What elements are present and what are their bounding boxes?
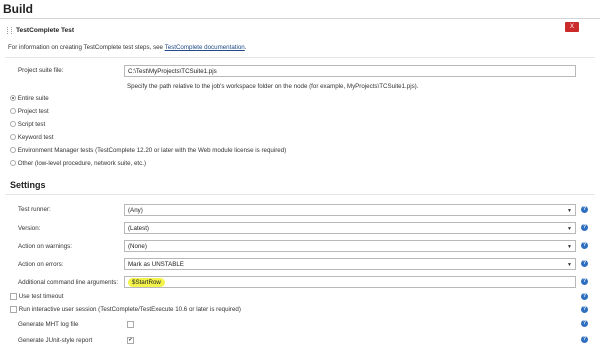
help-icon[interactable]: ? (581, 293, 588, 300)
divider (5, 194, 595, 195)
divider (0, 18, 600, 19)
radio-keyword-test[interactable]: Keyword test (10, 134, 54, 141)
divider (5, 57, 595, 58)
select-value: (None) (128, 243, 147, 250)
use-timeout-checkbox[interactable] (10, 293, 17, 300)
radio-button[interactable] (10, 121, 16, 128)
radio-button[interactable] (10, 160, 16, 167)
action-errors-select[interactable]: Mark as UNSTABLE ▼ (124, 258, 576, 270)
radio-button[interactable] (10, 95, 16, 102)
help-icon[interactable]: ? (581, 206, 588, 213)
checkbox-label: Run interactive user session (TestComple… (18, 306, 241, 314)
build-step-title: TestComplete Test (16, 27, 75, 34)
help-icon[interactable]: ? (581, 260, 588, 267)
info-suffix: . (244, 44, 247, 51)
info-prefix: For information on creating TestComplete… (8, 44, 165, 51)
junit-report-checkbox[interactable]: ✔ (127, 337, 134, 344)
help-icon[interactable]: ? (581, 336, 588, 343)
action-errors-label: Action on errors: (18, 261, 64, 268)
select-value: (Any) (128, 207, 143, 214)
version-label: Version: (18, 225, 41, 232)
use-timeout-option[interactable]: Use test timeout (10, 293, 63, 300)
build-step-header: TestComplete Test (7, 27, 74, 34)
radio-label: Other (low-level procedure, network suit… (17, 160, 147, 167)
action-warnings-label: Action on warnings: (18, 243, 72, 250)
cmd-args-label: Additional command line arguments: (18, 279, 119, 286)
help-icon[interactable]: ? (581, 306, 588, 313)
junit-report-label: Generate JUnit-style report (18, 337, 93, 344)
radio-script-test[interactable]: Script test (10, 121, 45, 128)
radio-entire-suite[interactable]: Entire suite (10, 95, 49, 102)
testcomplete-doc-link[interactable]: TestComplete documentation (165, 44, 245, 51)
radio-env-manager[interactable]: Environment Manager tests (TestComplete … (10, 147, 286, 154)
interactive-session-option[interactable]: Run interactive user session (TestComple… (10, 306, 241, 313)
radio-project-test[interactable]: Project test (10, 108, 49, 115)
project-suite-hint: Specify the path relative to the job's w… (127, 83, 419, 90)
help-icon[interactable]: ? (581, 224, 588, 231)
project-suite-label: Project suite file: (18, 67, 64, 74)
radio-label: Project test (17, 108, 49, 115)
chevron-down-icon: ▼ (567, 226, 572, 232)
radio-other[interactable]: Other (low-level procedure, network suit… (10, 160, 146, 167)
drag-handle-icon[interactable] (7, 27, 12, 34)
test-runner-label: Test runner: (18, 206, 51, 213)
action-warnings-select[interactable]: (None) ▼ (124, 240, 576, 252)
mht-log-checkbox[interactable] (127, 321, 134, 328)
project-suite-input[interactable]: C:\Test\MyProjects\TCSuite1.pjs (124, 65, 576, 77)
test-runner-select[interactable]: (Any) ▼ (124, 204, 576, 216)
chevron-down-icon: ▼ (567, 208, 572, 214)
cmd-args-input[interactable]: $StartRow (124, 276, 576, 288)
select-value: (Latest) (128, 225, 149, 232)
help-icon[interactable]: ? (581, 320, 588, 327)
interactive-session-checkbox[interactable] (10, 306, 17, 313)
radio-label: Script test (17, 121, 46, 128)
radio-label: Environment Manager tests (TestComplete … (17, 147, 287, 154)
cmd-args-value: $StartRow (128, 278, 165, 287)
settings-title: Settings (10, 180, 46, 190)
radio-button[interactable] (10, 147, 16, 154)
radio-button[interactable] (10, 108, 16, 115)
info-text: For information on creating TestComplete… (8, 44, 246, 51)
mht-log-label: Generate MHT log file (18, 321, 79, 328)
delete-step-button[interactable]: X (565, 22, 579, 32)
radio-label: Keyword test (17, 134, 54, 141)
help-icon[interactable]: ? (581, 278, 588, 285)
checkbox-label: Use test timeout (18, 293, 64, 301)
radio-label: Entire suite (17, 95, 49, 102)
version-select[interactable]: (Latest) ▼ (124, 222, 576, 234)
chevron-down-icon: ▼ (567, 244, 572, 250)
radio-button[interactable] (10, 134, 16, 141)
chevron-down-icon: ▼ (567, 262, 572, 268)
page-title: Build (3, 2, 33, 16)
select-value: Mark as UNSTABLE (128, 261, 184, 268)
help-icon[interactable]: ? (581, 242, 588, 249)
